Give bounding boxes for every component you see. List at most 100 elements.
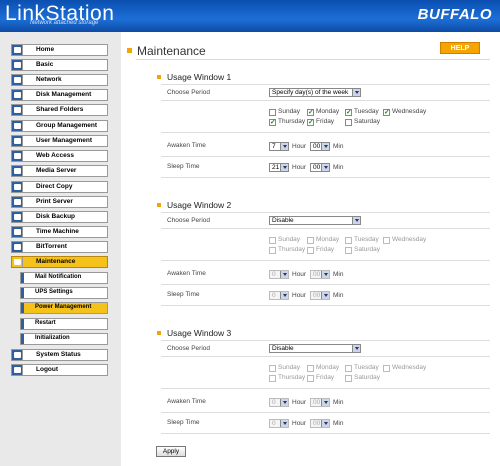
awaken-hour-select[interactable]: 0 <box>269 270 289 279</box>
sidebar-item-group-management[interactable]: Group Management <box>11 120 108 132</box>
sidebar-item-label: Disk Management <box>36 91 92 98</box>
sidebar-item-home[interactable]: Home <box>11 44 108 56</box>
period-select-value: Specify day(s) of the week <box>272 89 349 96</box>
sidebar-subitem-restart[interactable]: Restart <box>20 318 108 330</box>
menu-icon <box>12 257 23 267</box>
sidebar-subitem-label: Mail Notification <box>35 274 82 280</box>
sleep-hour-select[interactable]: 21 <box>269 163 289 172</box>
day-checkbox-monday[interactable] <box>307 365 314 372</box>
sidebar-item-web-access[interactable]: Web Access <box>11 150 108 162</box>
awaken-hour-select-value: 0 <box>272 399 276 406</box>
minute-unit-label: Min <box>333 420 344 427</box>
sidebar-item-maintenance[interactable]: Maintenance <box>11 256 108 268</box>
sidebar-item-system-status[interactable]: System Status <box>11 349 108 361</box>
day-checkbox-wednesday[interactable] <box>383 237 390 244</box>
day-label-saturday: Saturday <box>354 118 381 125</box>
sleep-time-label: Sleep Time <box>167 163 200 170</box>
sidebar-subitem-label: Restart <box>35 320 56 326</box>
awaken-hour-select[interactable]: 0 <box>269 398 289 407</box>
day-checkbox-sunday[interactable] <box>269 365 276 372</box>
sidebar-item-disk-backup[interactable]: Disk Backup <box>11 211 108 223</box>
sidebar-item-time-machine[interactable]: Time Machine <box>11 226 108 238</box>
day-checkbox-tuesday[interactable] <box>345 108 352 116</box>
day-checkbox-wednesday[interactable] <box>383 365 390 372</box>
day-checkbox-friday[interactable] <box>307 247 314 254</box>
day-checkbox-sunday[interactable] <box>269 109 276 116</box>
day-checkbox-friday[interactable] <box>307 118 314 126</box>
section-bullet-icon <box>157 203 161 207</box>
sidebar-item-label: Direct Copy <box>36 183 73 190</box>
day-checkbox-friday[interactable] <box>307 375 314 382</box>
menu-icon <box>12 242 23 252</box>
sidebar-item-logout[interactable]: Logout <box>11 364 108 376</box>
day-checkbox-thursday[interactable] <box>269 247 276 254</box>
choose-period-label: Choose Period <box>167 89 210 96</box>
sidebar-item-shared-folders[interactable]: Shared Folders <box>11 104 108 116</box>
sleep-minute-select[interactable]: 00 <box>310 163 330 172</box>
sleep-hour-select[interactable]: 0 <box>269 291 289 300</box>
help-button[interactable]: HELP <box>440 42 480 54</box>
app-header: LinkStation Network attached storage BUF… <box>0 0 500 32</box>
day-checkbox-saturday[interactable] <box>345 247 352 254</box>
awaken-hour-select-value: 0 <box>272 271 276 278</box>
sleep-minute-select-value: 00 <box>313 420 321 427</box>
sidebar-subitem-mail-notification[interactable]: Mail Notification <box>20 272 108 284</box>
day-label-tuesday: Tuesday <box>354 364 379 371</box>
row-divider <box>161 412 490 413</box>
usage-window-title: Usage Window 3 <box>167 328 232 338</box>
sidebar-item-label: Basic <box>36 61 54 68</box>
sidebar-subitem-power-management[interactable]: Power Management <box>20 302 108 314</box>
chevron-down-icon <box>321 399 329 406</box>
day-checkbox-monday[interactable] <box>307 108 314 116</box>
day-checkbox-sunday[interactable] <box>269 237 276 244</box>
sidebar-subitem-ups-settings[interactable]: UPS Settings <box>20 287 108 299</box>
minute-unit-label: Min <box>333 271 344 278</box>
day-label-friday: Friday <box>316 118 335 125</box>
sidebar-item-basic[interactable]: Basic <box>11 59 108 71</box>
period-select[interactable]: Disable <box>269 216 361 225</box>
sidebar-item-user-management[interactable]: User Management <box>11 135 108 147</box>
sidebar-item-disk-management[interactable]: Disk Management <box>11 89 108 101</box>
day-checkbox-thursday[interactable] <box>269 118 276 126</box>
day-checkbox-monday[interactable] <box>307 237 314 244</box>
day-checkbox-saturday[interactable] <box>345 119 352 126</box>
day-checkbox-tuesday[interactable] <box>345 237 352 244</box>
row-divider <box>161 212 490 213</box>
chevron-down-icon <box>280 292 288 299</box>
day-label-wednesday: Wednesday <box>392 364 427 371</box>
awaken-minute-select[interactable]: 00 <box>310 270 330 279</box>
sleep-minute-select[interactable]: 00 <box>310 291 330 300</box>
period-select[interactable]: Specify day(s) of the week <box>269 88 361 97</box>
awaken-minute-select[interactable]: 00 <box>310 398 330 407</box>
subitem-marker <box>21 303 24 313</box>
hour-unit-label: Hour <box>292 399 307 406</box>
day-checkbox-tuesday[interactable] <box>345 365 352 372</box>
apply-button[interactable]: Apply <box>156 446 186 457</box>
sidebar-subitem-initialization[interactable]: Initialization <box>20 333 108 345</box>
sidebar-item-print-server[interactable]: Print Server <box>11 196 108 208</box>
sidebar-item-bittorrent[interactable]: BitTorrent <box>11 241 108 253</box>
sidebar-item-direct-copy[interactable]: Direct Copy <box>11 181 108 193</box>
sleep-hour-select[interactable]: 0 <box>269 419 289 428</box>
sleep-minute-select-value: 00 <box>313 164 321 171</box>
sidebar-item-label: System Status <box>36 351 81 358</box>
sidebar-item-label: Print Server <box>36 198 73 205</box>
chevron-down-icon <box>321 420 329 427</box>
sidebar-item-media-server[interactable]: Media Server <box>11 165 108 177</box>
awaken-minute-select[interactable]: 00 <box>310 142 330 151</box>
awaken-hour-select[interactable]: 7 <box>269 142 289 151</box>
page-title: Maintenance <box>137 44 206 58</box>
day-checkbox-saturday[interactable] <box>345 375 352 382</box>
subitem-marker <box>21 288 24 298</box>
sidebar-item-label: User Management <box>36 137 92 144</box>
period-select[interactable]: Disable <box>269 344 361 353</box>
sidebar-item-network[interactable]: Network <box>11 74 108 86</box>
sidebar-subitem-label: Initialization <box>35 335 70 341</box>
row-divider <box>161 156 490 157</box>
day-checkbox-wednesday[interactable] <box>383 108 390 116</box>
menu-icon <box>12 350 23 360</box>
day-checkbox-thursday[interactable] <box>269 375 276 382</box>
sleep-minute-select[interactable]: 00 <box>310 419 330 428</box>
sidebar-subitem-label: Power Management <box>35 304 92 310</box>
chevron-down-icon <box>321 164 329 171</box>
